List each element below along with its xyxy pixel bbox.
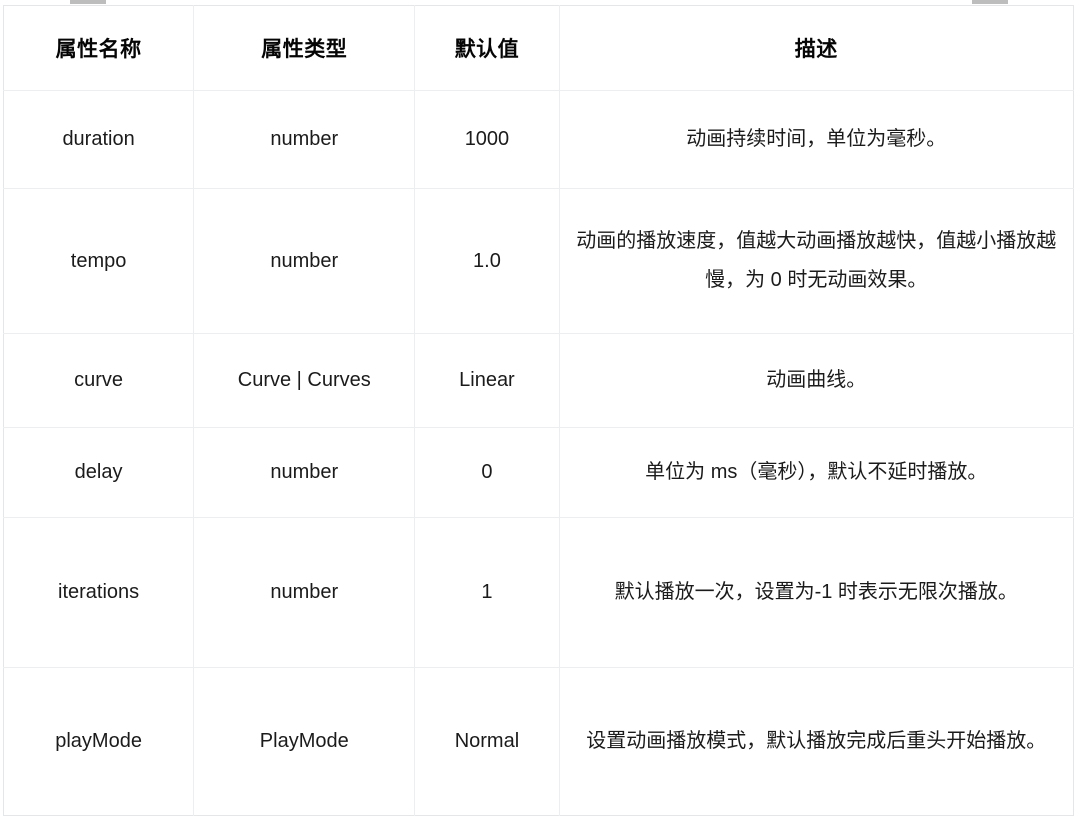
column-header-desc: 描述 xyxy=(559,5,1074,91)
table-row: playMode PlayMode Normal 设置动画播放模式，默认播放完成… xyxy=(3,667,1074,816)
cell-property-name: curve xyxy=(3,333,195,428)
cell-description: 默认播放一次，设置为-1 时表示无限次播放。 xyxy=(559,517,1074,668)
cell-default-value: 1000 xyxy=(414,90,560,189)
table-header-row: 属性名称 属性类型 默认值 描述 xyxy=(3,5,1074,91)
scrollbar-fragment-left xyxy=(70,0,106,4)
cell-description: 动画的播放速度，值越大动画播放越快，值越小播放越慢，为 0 时无动画效果。 xyxy=(559,188,1074,334)
cell-description: 动画曲线。 xyxy=(559,333,1074,428)
table-header: 属性名称 属性类型 默认值 描述 xyxy=(3,5,1074,91)
scrollbar-fragment-right xyxy=(972,0,1008,4)
cell-property-type: number xyxy=(193,517,416,668)
cell-description: 单位为 ms（毫秒），默认不延时播放。 xyxy=(559,427,1074,518)
cell-property-type: number xyxy=(193,90,416,189)
cell-description: 设置动画播放模式，默认播放完成后重头开始播放。 xyxy=(586,730,1047,752)
table-row: curve Curve | Curves Linear 动画曲线。 xyxy=(3,333,1074,428)
cell-property-type: number xyxy=(193,427,416,518)
table-row: iterations number 1 默认播放一次，设置为-1 时表示无限次播… xyxy=(3,517,1074,668)
table-row: duration number 1000 动画持续时间，单位为毫秒。 xyxy=(3,90,1074,189)
cell-property-name: tempo xyxy=(3,188,195,334)
column-header-default: 默认值 xyxy=(414,5,560,91)
cell-default-value: 1.0 xyxy=(414,188,560,334)
cell-default-value: 1 xyxy=(414,517,560,668)
cell-description: 动画持续时间，单位为毫秒。 xyxy=(559,90,1074,189)
cell-property-name: duration xyxy=(3,90,195,189)
column-header-name: 属性名称 xyxy=(3,5,195,91)
cell-property-name: iterations xyxy=(3,517,195,668)
table-body: duration number 1000 动画持续时间，单位为毫秒。 tempo… xyxy=(3,90,1074,816)
table-row: tempo number 1.0 动画的播放速度，值越大动画播放越快，值越小播放… xyxy=(3,188,1074,334)
cell-property-name: playMode xyxy=(3,667,195,816)
cell-default-value: Normal xyxy=(414,667,560,816)
property-table-container: 属性名称 属性类型 默认值 描述 duration number 1000 动画… xyxy=(3,5,1074,816)
cell-default-value: 0 xyxy=(414,427,560,518)
cell-property-type: PlayMode xyxy=(193,667,416,816)
cell-property-type: number xyxy=(193,188,416,334)
column-header-type: 属性类型 xyxy=(193,5,416,91)
cell-default-value: Linear xyxy=(414,333,560,428)
cell-property-name: delay xyxy=(3,427,195,518)
cell-property-type: Curve | Curves xyxy=(193,333,416,428)
property-table: 属性名称 属性类型 默认值 描述 duration number 1000 动画… xyxy=(3,5,1074,816)
table-row: delay number 0 单位为 ms（毫秒），默认不延时播放。 xyxy=(3,427,1074,518)
